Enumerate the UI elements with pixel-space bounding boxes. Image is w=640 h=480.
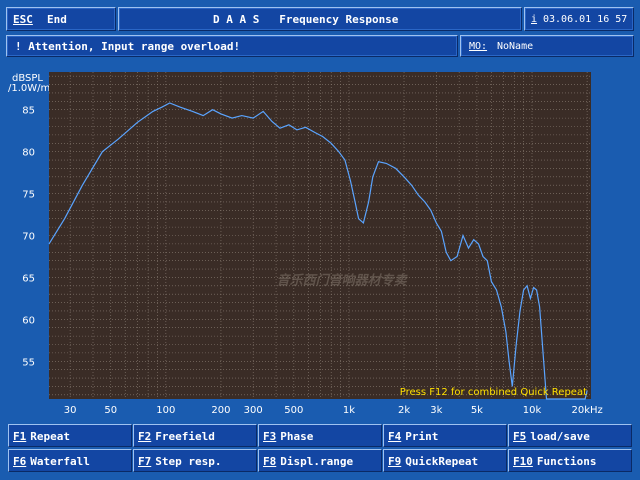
mo-label: MO:	[469, 41, 488, 52]
fkey-f5-button[interactable]: F5 load/save	[508, 424, 632, 447]
fkey-text: Functions	[536, 455, 597, 468]
fkey-key: F8	[263, 455, 277, 468]
plot-frame: dBSPL /1.0W/m 55 60 65 70 75 80 85 30 50 100 200 30…	[6, 62, 634, 420]
quick-repeat-hint: Press F12 for combined Quick Repeat	[400, 387, 587, 398]
fkey-label: F7 Step resp.	[138, 455, 221, 468]
fkey-f8-button[interactable]: F8 Displ.range	[258, 449, 382, 472]
x-tick-label: 20kHz	[571, 405, 602, 416]
date-panel: i 03.06.01 16 57	[524, 7, 634, 31]
x-tick-label: 300	[244, 405, 263, 416]
fkey-key: F2	[138, 430, 152, 443]
y-axis-label-bottom: /1.0W/m	[8, 83, 50, 94]
fkey-key: F5	[513, 430, 527, 443]
fkey-label: F3 Phase	[263, 430, 313, 443]
x-tick-label: 10k	[523, 405, 542, 416]
overload-warning: ! Attention, Input range overload!	[15, 40, 241, 53]
end-button[interactable]: ESC End	[6, 7, 116, 31]
fkey-text: Displ.range	[280, 455, 354, 468]
fkey-text: QuickRepeat	[405, 455, 479, 468]
fkey-key: F1	[13, 430, 27, 443]
y-tick-label: 85	[22, 106, 35, 117]
fkey-key: F10	[513, 455, 533, 468]
mo-value: NoName	[497, 41, 534, 52]
mo-panel: MO: NoName	[460, 35, 634, 57]
fkey-label: F2 Freefield	[138, 430, 215, 443]
y-tick-label: 60	[22, 315, 35, 326]
fkey-f7-button[interactable]: F7 Step resp.	[133, 449, 257, 472]
y-tick-label: 75	[22, 190, 35, 201]
x-tick-label: 200	[211, 405, 230, 416]
date-prefix: i	[531, 14, 538, 25]
y-tick-label: 70	[22, 232, 35, 243]
fkey-text: Phase	[280, 430, 314, 443]
frequency-response-chart: dBSPL /1.0W/m 5560657075808530 50 100 200 30…	[8, 72, 603, 416]
esc-key-label: ESC	[13, 13, 33, 26]
fkey-f3-button[interactable]: F3 Phase	[258, 424, 382, 447]
fkey-key: F9	[388, 455, 402, 468]
fkey-label: F4 Print	[388, 430, 438, 443]
fkey-text: Step resp.	[155, 455, 222, 468]
fkey-key: F6	[13, 455, 27, 468]
fkey-label: F9 QuickRepeat	[388, 455, 478, 468]
fkey-text: Repeat	[30, 430, 70, 443]
fkey-label: F8 Displ.range	[263, 455, 353, 468]
fkey-label: F10 Functions	[513, 455, 596, 468]
fkey-text: Waterfall	[30, 455, 90, 468]
y-tick-label: 65	[22, 273, 35, 284]
fkey-f4-button[interactable]: F4 Print	[383, 424, 507, 447]
x-tick-label: 30	[64, 405, 77, 416]
fkey-f9-button[interactable]: F9 QuickRepeat	[383, 449, 507, 472]
window-title: D A A S Frequency Response	[213, 13, 399, 26]
x-tick-label: 500	[284, 405, 303, 416]
fkey-f6-button[interactable]: F6 Waterfall	[8, 449, 132, 472]
title-bar: D A A S Frequency Response	[118, 7, 522, 31]
x-tick-label: 50	[104, 405, 117, 416]
attention-bar: ! Attention, Input range overload!	[6, 35, 458, 57]
x-tick-label: 1k	[343, 405, 355, 416]
watermark: 音乐西门音响器材专卖	[277, 273, 409, 289]
fkey-key: F4	[388, 430, 402, 443]
fkey-f2-button[interactable]: F2 Freefield	[133, 424, 257, 447]
fkey-key: F3	[263, 430, 277, 443]
x-tick-label: 3k	[430, 405, 442, 416]
y-tick-label: 80	[22, 148, 35, 159]
date-time: 03.06.01 16 57	[543, 14, 628, 25]
fkey-label: F5 load/save	[513, 430, 590, 443]
fkey-key: F7	[138, 455, 152, 468]
fkey-label: F1 Repeat	[13, 430, 70, 443]
fkey-f10-button[interactable]: F10 Functions	[508, 449, 632, 472]
fkey-text: Freefield	[155, 430, 215, 443]
x-tick-label: 2k	[398, 405, 410, 416]
end-label: End	[47, 13, 67, 26]
fkey-text: load/save	[530, 430, 590, 443]
x-tick-label: 100	[156, 405, 175, 416]
y-tick-label: 55	[22, 357, 35, 368]
fkey-f1-button[interactable]: F1 Repeat	[8, 424, 132, 447]
x-tick-label: 5k	[471, 405, 483, 416]
fkey-text: Print	[405, 430, 439, 443]
fkey-label: F6 Waterfall	[13, 455, 90, 468]
